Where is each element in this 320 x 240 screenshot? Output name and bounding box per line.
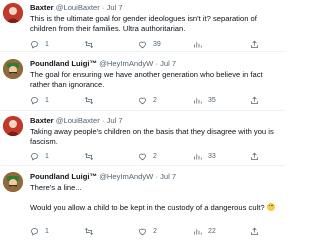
separator-dot: · bbox=[101, 116, 105, 125]
retweet-button[interactable] bbox=[84, 96, 100, 105]
tweet[interactable]: Poundland Luigi™ @HeyImAndyW · Jul 7 The… bbox=[0, 52, 285, 111]
tweet-text-line: children from their families. Ultra auth… bbox=[30, 24, 186, 33]
user-handle[interactable]: @HeyImAndyW bbox=[99, 59, 153, 68]
separator-dot: · bbox=[155, 59, 158, 68]
tweet-text-line-content: Would you allow a child to be kept in th… bbox=[30, 203, 265, 212]
user-handle[interactable]: @LouiBaxter bbox=[56, 116, 100, 125]
tweet-text-line: The goal for ensuring we have another ge… bbox=[30, 70, 263, 79]
avatar[interactable] bbox=[3, 116, 23, 136]
tweet-date[interactable]: Jul 7 bbox=[160, 59, 176, 68]
views-count: 22 bbox=[208, 228, 216, 235]
retweet-icon bbox=[84, 227, 94, 236]
views-bar-chart-icon bbox=[194, 229, 202, 235]
reply-icon bbox=[31, 41, 38, 49]
display-name[interactable]: Baxter bbox=[30, 116, 54, 125]
reply-count: 1 bbox=[45, 41, 49, 48]
display-name[interactable]: Poundland Luigi™ bbox=[30, 59, 97, 68]
tweet-header: Baxter @LouiBaxter · Jul 7 bbox=[30, 116, 285, 126]
views-button[interactable]: 22 bbox=[193, 227, 216, 236]
action-bar: 1 2 35 bbox=[30, 96, 285, 106]
heart-icon bbox=[139, 41, 146, 49]
like-count: 39 bbox=[153, 41, 161, 48]
views-bar-chart-icon bbox=[194, 154, 202, 160]
user-handle[interactable]: @LouiBaxter bbox=[56, 3, 100, 12]
tweet[interactable]: Baxter @LouiBaxter · Jul 7 Taking away p… bbox=[0, 111, 285, 166]
heart-icon bbox=[139, 228, 146, 236]
like-count: 2 bbox=[153, 228, 157, 235]
action-bar: 1 2 22 bbox=[30, 227, 285, 237]
views-bar-chart-icon bbox=[194, 42, 202, 48]
thinking-face-emoji bbox=[266, 203, 275, 211]
like-button[interactable]: 2 bbox=[138, 96, 157, 105]
user-handle[interactable]: @HeyImAndyW bbox=[99, 172, 153, 181]
retweet-button[interactable] bbox=[84, 40, 100, 49]
heart-icon bbox=[139, 97, 146, 105]
display-name[interactable]: Baxter bbox=[30, 3, 54, 12]
reply-button[interactable]: 1 bbox=[30, 40, 49, 49]
views-button[interactable]: 35 bbox=[193, 96, 216, 105]
separator-dot: · bbox=[101, 3, 105, 12]
retweet-icon bbox=[84, 96, 94, 105]
share-icon bbox=[251, 40, 258, 48]
tweet-text-line: Would you allow a child to be kept in th… bbox=[30, 203, 279, 213]
share-button[interactable] bbox=[250, 96, 259, 105]
display-name[interactable]: Poundland Luigi™ bbox=[30, 172, 97, 181]
tweet-text-line: There's a line... bbox=[30, 183, 82, 192]
share-button[interactable] bbox=[250, 152, 259, 161]
share-icon bbox=[251, 227, 258, 235]
tweet-text-line: rather than ignorance. bbox=[30, 80, 105, 89]
reply-button[interactable]: 1 bbox=[30, 152, 49, 161]
retweet-icon bbox=[84, 152, 94, 161]
share-icon bbox=[251, 96, 258, 104]
reply-icon bbox=[31, 97, 38, 105]
reply-button[interactable]: 1 bbox=[30, 96, 49, 105]
like-count: 2 bbox=[153, 153, 157, 160]
reply-count: 1 bbox=[45, 228, 49, 235]
tweet-header: Poundland Luigi™ @HeyImAndyW · Jul 7 bbox=[30, 59, 285, 69]
action-bar: 1 2 33 bbox=[30, 152, 285, 162]
share-button[interactable] bbox=[250, 40, 259, 49]
reply-button[interactable]: 1 bbox=[30, 227, 49, 236]
tweet-text-line: This is the ultimate goal for gender ide… bbox=[30, 14, 257, 23]
tweet-header: Poundland Luigi™ @HeyImAndyW · Jul 7 bbox=[30, 172, 285, 182]
like-button[interactable]: 39 bbox=[138, 40, 161, 49]
tweet-text: There's a line... Would you allow a chil… bbox=[30, 183, 279, 213]
like-count: 2 bbox=[153, 97, 157, 104]
reply-icon bbox=[31, 153, 38, 161]
retweet-button[interactable] bbox=[84, 227, 100, 236]
retweet-icon bbox=[84, 40, 94, 49]
retweet-button[interactable] bbox=[84, 152, 100, 161]
heart-icon bbox=[139, 153, 146, 161]
tweet-text: The goal for ensuring we have another ge… bbox=[30, 70, 279, 90]
avatar[interactable] bbox=[3, 59, 23, 79]
views-button[interactable]: 33 bbox=[193, 152, 216, 161]
tweet-date[interactable]: Jul 7 bbox=[160, 172, 176, 181]
tweet-text: This is the ultimate goal for gender ide… bbox=[30, 14, 279, 34]
action-bar: 1 39 bbox=[30, 40, 285, 50]
share-icon bbox=[251, 152, 258, 160]
tweet-header: Baxter @LouiBaxter · Jul 7 bbox=[30, 3, 285, 13]
reply-icon bbox=[31, 228, 38, 236]
tweet-date[interactable]: Jul 7 bbox=[107, 3, 123, 12]
avatar[interactable] bbox=[3, 3, 23, 23]
avatar[interactable] bbox=[3, 172, 23, 192]
tweet-text-line: Taking away people's children on the bas… bbox=[30, 127, 274, 136]
share-button[interactable] bbox=[250, 227, 259, 236]
views-button[interactable] bbox=[193, 40, 208, 49]
like-button[interactable]: 2 bbox=[138, 227, 157, 236]
tweet-text: Taking away people's children on the bas… bbox=[30, 127, 279, 147]
reply-count: 1 bbox=[45, 97, 49, 104]
tweet[interactable]: Baxter @LouiBaxter · Jul 7 This is the u… bbox=[0, 0, 285, 52]
separator-dot: · bbox=[155, 172, 158, 181]
views-count: 35 bbox=[208, 97, 216, 104]
views-count: 33 bbox=[208, 153, 216, 160]
like-button[interactable]: 2 bbox=[138, 152, 157, 161]
tweet[interactable]: Poundland Luigi™ @HeyImAndyW · Jul 7 The… bbox=[0, 166, 285, 240]
views-bar-chart-icon bbox=[194, 98, 202, 104]
tweet-date[interactable]: Jul 7 bbox=[107, 116, 123, 125]
tweet-text-blank-line bbox=[30, 193, 279, 203]
reply-count: 1 bbox=[45, 153, 49, 160]
tweet-text-line: fascism. bbox=[30, 137, 58, 146]
